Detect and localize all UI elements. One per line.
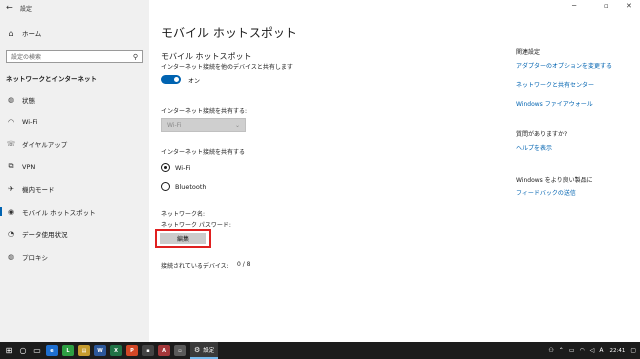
improve-windows-heading: Windows をより良い製品に	[516, 177, 593, 184]
data-usage-icon: ◔	[7, 229, 15, 238]
radio-bluetooth-option[interactable]: Bluetooth	[161, 182, 207, 191]
phone-icon: ☏	[6, 139, 16, 148]
cortana-icon[interactable]: ○	[16, 342, 30, 359]
hotspot-icon: ◉	[7, 207, 15, 216]
ime-icon[interactable]: A	[599, 347, 603, 354]
sidebar-item-label: ホーム	[22, 30, 42, 38]
excel-icon[interactable]: X	[110, 345, 122, 356]
search-input[interactable]: 設定の検索 ⚲	[6, 50, 143, 63]
chevron-down-icon: ⌄	[234, 121, 240, 129]
sidebar-item-hotspot[interactable]: ◉ モバイル ホットスポット	[0, 204, 149, 219]
edit-button[interactable]: 編集	[160, 233, 206, 244]
edge-icon[interactable]: e	[46, 345, 58, 356]
radio-wifi-option[interactable]: Wi-Fi	[161, 163, 191, 172]
system-tray: ⚇ ⌃ ▭ ◠ ◁ A 22:41 ▢	[543, 342, 636, 359]
maximize-button[interactable]: ▫	[604, 2, 609, 10]
sidebar-item-wifi[interactable]: ◠ Wi-Fi	[0, 114, 149, 129]
start-button[interactable]: ⊞	[2, 342, 16, 359]
hotspot-toggle[interactable]	[161, 75, 181, 84]
explorer-icon[interactable]: ▤	[78, 345, 90, 356]
minimize-button[interactable]: ─	[572, 2, 576, 10]
sidebar-item-label: モバイル ホットスポット	[22, 208, 96, 217]
notification-icon[interactable]: ▢	[630, 347, 636, 354]
share-from-dropdown[interactable]: Wi-Fi ⌄	[161, 118, 246, 132]
volume-icon[interactable]: ◁	[590, 347, 595, 354]
sidebar-item-dialup[interactable]: ☏ ダイヤルアップ	[0, 136, 149, 151]
connected-devices-count: 0 / 8	[237, 261, 251, 268]
chevron-up-icon[interactable]: ⌃	[559, 347, 564, 354]
link-send-feedback[interactable]: フィードバックの送信	[516, 188, 576, 197]
sidebar-item-status[interactable]: ◍ 状態	[0, 92, 149, 107]
link-network-sharing-center[interactable]: ネットワークと共有センター	[516, 80, 594, 89]
powerpoint-icon[interactable]: P	[126, 345, 138, 356]
share-description: インターネット接続を他のデバイスと共有します	[161, 64, 293, 71]
questions-heading: 質問がありますか?	[516, 131, 568, 138]
home-icon: ⌂	[8, 28, 14, 38]
sidebar-item-label: 機内モード	[22, 185, 55, 194]
sidebar-item-data-usage[interactable]: ◔ データ使用状況	[0, 226, 149, 241]
page-title: モバイル ホットスポット	[161, 26, 297, 40]
connected-devices-label: 接続されているデバイス:	[161, 263, 229, 270]
network-icon[interactable]: ◠	[579, 347, 584, 354]
search-placeholder: 設定の検索	[11, 54, 42, 61]
sidebar-item-label: ダイヤルアップ	[22, 140, 68, 149]
taskbar-settings-app[interactable]: ⚙ 設定	[190, 342, 219, 359]
sidebar-item-home[interactable]: ⌂ ホーム	[6, 26, 146, 40]
link-get-help[interactable]: ヘルプを表示	[516, 143, 552, 152]
sidebar-item-proxy[interactable]: ◍ プロキシ	[0, 249, 149, 264]
taskbar-settings-label: 設定	[203, 347, 215, 354]
access-icon[interactable]: A	[158, 345, 170, 356]
share-from-label: インターネット接続を共有する:	[161, 108, 248, 115]
globe-icon: ◍	[7, 95, 15, 104]
radio-bluetooth-label: Bluetooth	[175, 182, 207, 191]
radio-wifi-label: Wi-Fi	[175, 163, 191, 172]
wifi-icon: ◠	[7, 117, 15, 126]
section-heading: モバイル ホットスポット	[161, 52, 252, 61]
sidebar-item-vpn[interactable]: ⧉ VPN	[0, 159, 149, 174]
toggle-state-label: オン	[188, 78, 201, 85]
vpn-icon: ⧉	[8, 162, 14, 170]
clock[interactable]: 22:41	[609, 348, 625, 354]
window-title: 設定	[20, 6, 33, 13]
sidebar: ← 設定 ⌂ ホーム 設定の検索 ⚲ ネットワークとインターネット ◍ 状態 ◠…	[0, 0, 149, 342]
taskbar: ⊞ ○ ▭ e L ▤ W X P ▪ A ▫ ⚙ 設定 ⚇ ⌃ ▭ ◠ ◁ A…	[0, 342, 640, 359]
related-settings-heading: 関連設定	[516, 49, 541, 56]
sidebar-item-label: Wi-Fi	[22, 117, 38, 126]
app-icon[interactable]: ▪	[142, 345, 154, 356]
word-icon[interactable]: W	[94, 345, 106, 356]
search-icon[interactable]: ⚲	[133, 53, 138, 61]
app-icon-2[interactable]: ▫	[174, 345, 186, 356]
network-name-label: ネットワーク名:	[161, 211, 206, 218]
radio-wifi[interactable]	[161, 163, 170, 172]
close-button[interactable]: ✕	[626, 2, 632, 10]
line-icon[interactable]: L	[62, 345, 74, 356]
link-windows-firewall[interactable]: Windows ファイアウォール	[516, 99, 593, 108]
sidebar-item-label: VPN	[22, 162, 36, 171]
link-adapter-options[interactable]: アダプターのオプションを変更する	[516, 61, 612, 70]
radio-bluetooth[interactable]	[161, 182, 170, 191]
sidebar-item-label: 状態	[22, 96, 35, 105]
toggle-knob	[174, 77, 179, 82]
sidebar-item-airplane[interactable]: ✈ 機内モード	[0, 181, 149, 196]
share-from-value: Wi-Fi	[167, 121, 182, 129]
airplane-icon: ✈	[8, 184, 14, 193]
edit-highlight-box: 編集	[155, 229, 211, 248]
gear-icon: ⚙	[194, 345, 201, 354]
sidebar-section-title: ネットワークとインターネット	[6, 75, 97, 83]
battery-icon[interactable]: ▭	[569, 347, 575, 354]
person-icon[interactable]: ⚇	[548, 347, 553, 354]
sidebar-item-label: プロキシ	[22, 253, 48, 262]
sidebar-item-label: データ使用状況	[22, 230, 68, 239]
task-view-icon[interactable]: ▭	[30, 342, 44, 359]
back-arrow-icon[interactable]: ←	[6, 3, 13, 12]
network-password-label: ネットワーク パスワード:	[161, 222, 231, 229]
share-over-label: インターネット接続を共有する	[161, 149, 246, 156]
globe-icon: ◍	[7, 252, 15, 261]
